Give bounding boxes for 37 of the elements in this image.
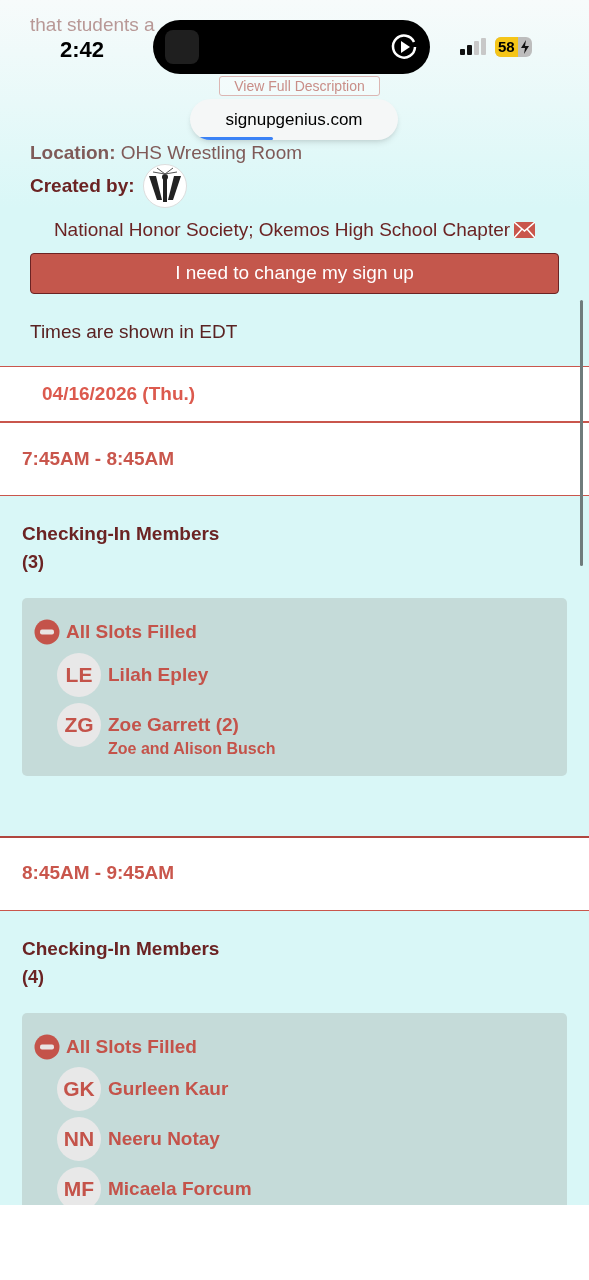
member-name: Lilah Epley: [108, 662, 209, 687]
member-name: Zoe Garrett (2): [108, 712, 240, 737]
replay-icon: [390, 33, 418, 61]
timezone-note: Times are shown in EDT: [30, 319, 239, 344]
slot-status: All Slots Filled: [66, 620, 197, 644]
organization-name: National Honor Society; Okemos High School Chapter: [53, 218, 511, 242]
change-signup-button[interactable]: I need to change my sign up: [30, 252, 559, 294]
member-name: Neeru Notay: [108, 1127, 220, 1151]
time-range: 7:45AM - 8:45AM: [22, 446, 175, 471]
url-text: signupgenius.com: [225, 108, 363, 131]
slot-status: All Slots Filled: [66, 1034, 197, 1059]
signal-icon: [460, 38, 488, 56]
app-icon: [165, 30, 199, 64]
avatar-initials: MF: [57, 1167, 101, 1205]
avatar-initials: GK: [57, 1067, 101, 1111]
created-by-label: Created by:: [30, 173, 135, 198]
avatar-initials: ZG: [57, 702, 101, 747]
minus-circle-icon: [34, 1033, 60, 1060]
slot-count: (4): [22, 965, 45, 989]
avatar-initials: LE: [57, 652, 101, 697]
avatar-initials: NN: [57, 1117, 101, 1161]
time-range: 8:45AM - 9:45AM: [22, 861, 175, 886]
member-name: Micaela Forcum: [108, 1177, 252, 1201]
status-time: 2:42: [60, 36, 105, 64]
battery-level: 58: [495, 37, 518, 57]
slot-count: (3): [22, 551, 45, 574]
minus-circle-icon: [34, 619, 60, 646]
view-description-button[interactable]: View Full Description: [219, 76, 380, 96]
description-text: that students a: [30, 13, 156, 37]
member-note: Zoe and Alison Busch: [108, 738, 276, 759]
logo-icon: [142, 164, 187, 208]
slot-title: Checking-In Members: [22, 522, 221, 546]
member-name: Gurleen Kaur: [108, 1077, 229, 1101]
envelope-icon: [514, 222, 536, 239]
date-heading: 04/16/2026 (Thu.): [42, 381, 196, 406]
location-text: Location: OHS Wrestling Room: [30, 142, 303, 163]
slot-title: Checking-In Members: [22, 936, 221, 961]
